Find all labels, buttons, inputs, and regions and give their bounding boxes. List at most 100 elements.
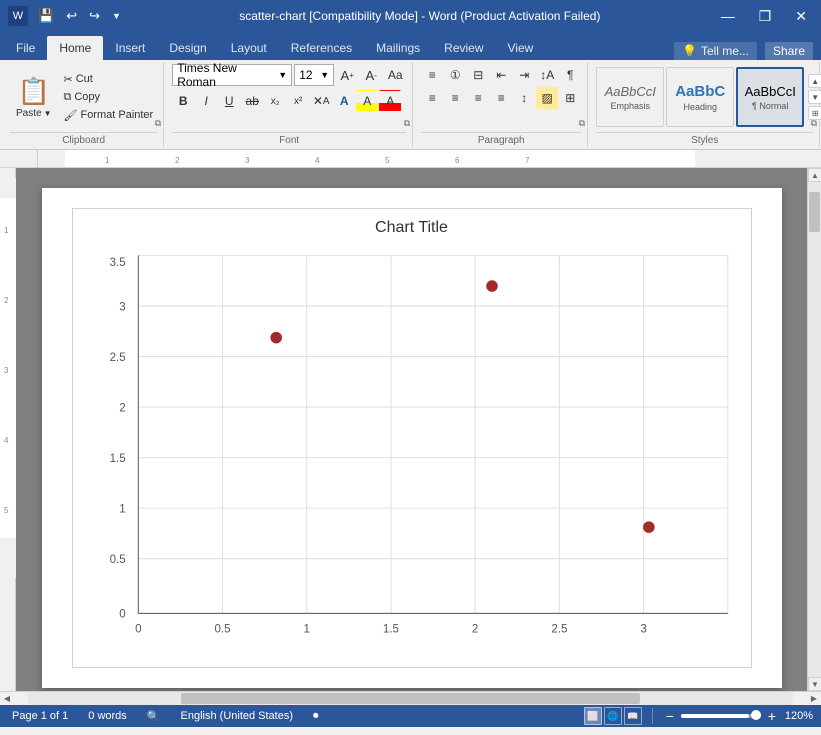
print-view-button[interactable]: ⬜ — [584, 707, 602, 725]
align-right-button[interactable]: ≡ — [467, 87, 489, 109]
share-button[interactable]: Share — [765, 42, 813, 60]
h-scroll-thumb[interactable] — [181, 693, 640, 704]
decrease-indent-button[interactable]: ⇤ — [490, 64, 512, 86]
view-buttons: ⬜ 🌐 📖 — [584, 707, 642, 725]
format-painter-button[interactable]: 🖌Format Painter — [60, 107, 158, 124]
data-point-3 — [643, 522, 654, 533]
subscript-button[interactable]: x₂ — [264, 90, 286, 112]
style-normal[interactable]: AaBbCcI ¶ Normal — [736, 67, 804, 127]
close-button[interactable]: ✕ — [789, 6, 813, 27]
restore-button[interactable]: ❐ — [753, 6, 778, 27]
show-formatting-button[interactable]: ¶ — [559, 64, 581, 86]
shading-button[interactable]: ▨ — [536, 87, 558, 109]
highlight-button[interactable]: A — [356, 90, 378, 112]
styles-expand-icon[interactable]: ⧉ — [811, 118, 817, 129]
text-effects-button[interactable]: A — [333, 90, 355, 112]
tell-me-input[interactable]: 💡 Tell me... — [674, 42, 757, 60]
italic-button[interactable]: I — [195, 90, 217, 112]
undo-button[interactable]: ↩ — [62, 6, 81, 26]
h-scroll-track[interactable] — [28, 692, 793, 705]
zoom-track[interactable] — [681, 714, 761, 718]
clipboard-expand-icon[interactable]: ⧉ — [155, 118, 161, 129]
tab-review[interactable]: Review — [432, 36, 495, 60]
align-left-button[interactable]: ≡ — [421, 87, 443, 109]
qat-dropdown-button[interactable]: ▼ — [108, 9, 125, 23]
numbering-button[interactable]: ① — [444, 64, 466, 86]
svg-text:3: 3 — [119, 301, 125, 313]
horizontal-scrollbar[interactable]: ◀ ▶ — [0, 691, 821, 705]
status-separator — [652, 708, 653, 724]
strikethrough-button[interactable]: ab — [241, 90, 263, 112]
zoom-thumb[interactable] — [751, 710, 761, 720]
borders-button[interactable]: ⊞ — [559, 87, 581, 109]
tab-home[interactable]: Home — [47, 36, 103, 60]
document-area[interactable]: Chart Title — [16, 168, 807, 691]
copy-button[interactable]: ⧉Copy — [60, 89, 158, 106]
clear-format-button[interactable]: ✕A — [310, 90, 332, 112]
zoom-plus-button[interactable]: + — [765, 709, 779, 723]
bold-button[interactable]: B — [172, 90, 194, 112]
grow-font-button[interactable]: A+ — [336, 64, 358, 86]
scroll-track[interactable] — [808, 182, 821, 677]
read-view-button[interactable]: 📖 — [624, 707, 642, 725]
underline-button[interactable]: U — [218, 90, 240, 112]
scroll-thumb[interactable] — [809, 192, 820, 232]
tab-insert[interactable]: Insert — [103, 36, 157, 60]
bullets-button[interactable]: ≡ — [421, 64, 443, 86]
styles-group-label: Styles — [596, 132, 813, 147]
macro-recording-button[interactable]: ⏺ — [309, 707, 323, 725]
paste-button[interactable]: 📋 Paste ▼ — [10, 67, 58, 127]
web-view-button[interactable]: 🌐 — [604, 707, 622, 725]
tab-references[interactable]: References — [279, 36, 364, 60]
minimize-button[interactable]: — — [715, 6, 741, 26]
tab-file[interactable]: File — [4, 36, 47, 60]
style-heading-label: Heading — [683, 102, 717, 112]
svg-text:0: 0 — [135, 623, 141, 635]
font-name-dropdown[interactable]: Times New Roman ▼ — [172, 64, 292, 86]
ribbon-content: 📋 Paste ▼ ✂Cut ⧉Copy 🖌Format Painter Cli… — [0, 60, 821, 150]
svg-text:3: 3 — [245, 156, 250, 165]
tab-view[interactable]: View — [496, 36, 546, 60]
superscript-button[interactable]: x² — [287, 90, 309, 112]
vertical-scrollbar[interactable]: ▲ ▼ — [807, 168, 821, 691]
status-right: ⬜ 🌐 📖 − + 120% — [584, 707, 813, 725]
style-emphasis[interactable]: AaBbCcI Emphasis — [596, 67, 664, 127]
zoom-minus-button[interactable]: − — [663, 709, 677, 723]
ruler-svg: 1 2 3 4 5 6 7 — [40, 150, 807, 168]
h-scroll-right-button[interactable]: ▶ — [807, 692, 821, 706]
proofing-icon[interactable]: 🔍 — [143, 707, 165, 725]
page-info[interactable]: Page 1 of 1 — [8, 707, 72, 725]
zoom-slider[interactable]: − + — [663, 709, 779, 723]
align-center-button[interactable]: ≡ — [444, 87, 466, 109]
svg-text:1: 1 — [105, 156, 110, 165]
sort-button[interactable]: ↕A — [536, 64, 558, 86]
shrink-font-button[interactable]: A- — [360, 64, 382, 86]
line-spacing-button[interactable]: ↕ — [513, 87, 535, 109]
h-scroll-left-button[interactable]: ◀ — [0, 692, 14, 706]
styles-container: AaBbCcI Emphasis AaBbC Heading AaBbCcI ¶… — [596, 67, 804, 127]
tab-design[interactable]: Design — [157, 36, 218, 60]
styles-scroll-down-button[interactable]: ▼ — [808, 90, 821, 104]
svg-text:1.5: 1.5 — [382, 623, 398, 635]
scroll-down-button[interactable]: ▼ — [808, 677, 821, 691]
font-size-dropdown[interactable]: 12 ▼ — [294, 64, 334, 86]
paragraph-expand-icon[interactable]: ⧉ — [579, 118, 585, 129]
font-expand-icon[interactable]: ⧉ — [404, 118, 410, 129]
svg-text:3: 3 — [4, 366, 9, 375]
save-button[interactable]: 💾 — [34, 6, 58, 26]
word-count[interactable]: 0 words — [84, 707, 131, 725]
redo-button[interactable]: ↪ — [85, 6, 104, 26]
tab-layout[interactable]: Layout — [219, 36, 279, 60]
change-case-button[interactable]: Aa — [384, 64, 406, 86]
language[interactable]: English (United States) — [177, 707, 298, 725]
justify-button[interactable]: ≡ — [490, 87, 512, 109]
styles-scroll-buttons: ▲ ▼ ⊞ — [806, 72, 821, 122]
styles-scroll-up-button[interactable]: ▲ — [808, 74, 821, 88]
cut-button[interactable]: ✂Cut — [60, 71, 158, 88]
scroll-up-button[interactable]: ▲ — [808, 168, 821, 182]
style-heading[interactable]: AaBbC Heading — [666, 67, 734, 127]
font-color-button[interactable]: A — [379, 90, 401, 112]
multilevel-button[interactable]: ⊟ — [467, 64, 489, 86]
increase-indent-button[interactable]: ⇥ — [513, 64, 535, 86]
tab-mailings[interactable]: Mailings — [364, 36, 432, 60]
